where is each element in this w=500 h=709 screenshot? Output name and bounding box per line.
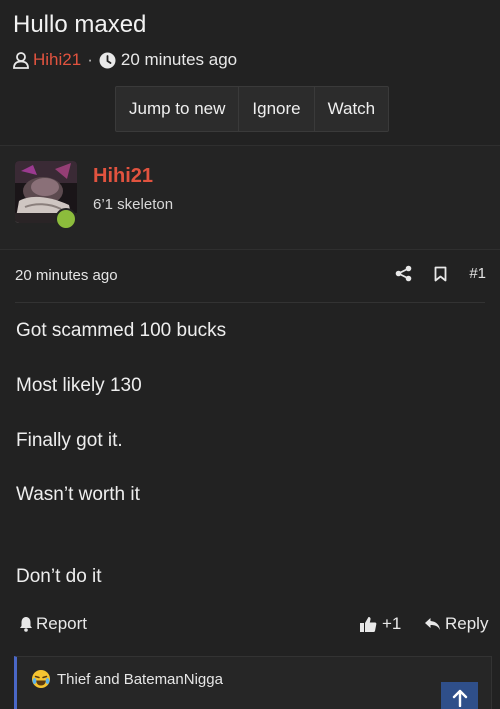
post-body-line: Don’t do it	[16, 566, 102, 587]
divider	[15, 302, 485, 303]
thread-meta: Hihi21 · 20 minutes ago	[13, 50, 237, 70]
post-body-line: Most likely 130	[16, 375, 142, 396]
reactions-text[interactable]: Thief and BatemanNigga	[57, 671, 223, 688]
like-button[interactable]: +1	[359, 614, 401, 634]
watch-button[interactable]: Watch	[315, 87, 389, 131]
scroll-to-top-button[interactable]	[441, 682, 478, 709]
post-body-line: Got scammed 100 bucks	[16, 320, 227, 341]
arrow-up-icon	[452, 689, 468, 709]
clock-icon	[99, 52, 116, 69]
report-label: Report	[36, 614, 88, 633]
share-icon[interactable]	[395, 265, 412, 282]
divider	[0, 249, 500, 250]
thread-author-link[interactable]: Hihi21	[33, 50, 81, 70]
ignore-button[interactable]: Ignore	[239, 87, 315, 131]
user-title: 6’1 skeleton	[93, 196, 174, 213]
user-icon	[13, 51, 29, 69]
meta-separator: ·	[87, 50, 93, 69]
post-time[interactable]: 20 minutes ago	[15, 267, 118, 284]
post-number-link[interactable]: #1	[469, 265, 486, 282]
bookmark-icon[interactable]	[434, 266, 447, 282]
like-count: +1	[382, 614, 402, 633]
report-button[interactable]: Report	[19, 614, 87, 634]
thumbs-up-icon	[359, 616, 377, 633]
reply-button[interactable]: Reply	[424, 614, 488, 634]
post-actions-top: #1	[395, 265, 486, 282]
jump-to-new-button[interactable]: Jump to new	[116, 87, 240, 131]
post-username[interactable]: Hihi21	[93, 165, 153, 188]
reactions-bar[interactable]: Thief and BatemanNigga	[14, 656, 492, 709]
reactions-summary: Thief and BatemanNigga	[31, 669, 223, 689]
online-status-indicator	[55, 208, 77, 230]
post-user-block: Hihi21 6’1 skeleton	[0, 146, 500, 249]
post-body-line: Wasn’t worth it	[16, 484, 140, 505]
reply-icon	[424, 617, 441, 631]
post-footer-actions: Report +1 Reply	[0, 612, 500, 638]
post-body-line: Finally got it.	[16, 430, 123, 451]
bell-icon	[19, 616, 33, 632]
thread-button-group: Jump to new Ignore Watch	[115, 86, 390, 132]
reply-label: Reply	[445, 614, 489, 633]
thread-time[interactable]: 20 minutes ago	[121, 50, 237, 70]
crying-laughing-emoji-icon	[31, 669, 51, 689]
thread-page: Hullo maxed Hihi21 · 20 minutes ago Jump…	[0, 0, 500, 709]
thread-title: Hullo maxed	[13, 11, 147, 38]
